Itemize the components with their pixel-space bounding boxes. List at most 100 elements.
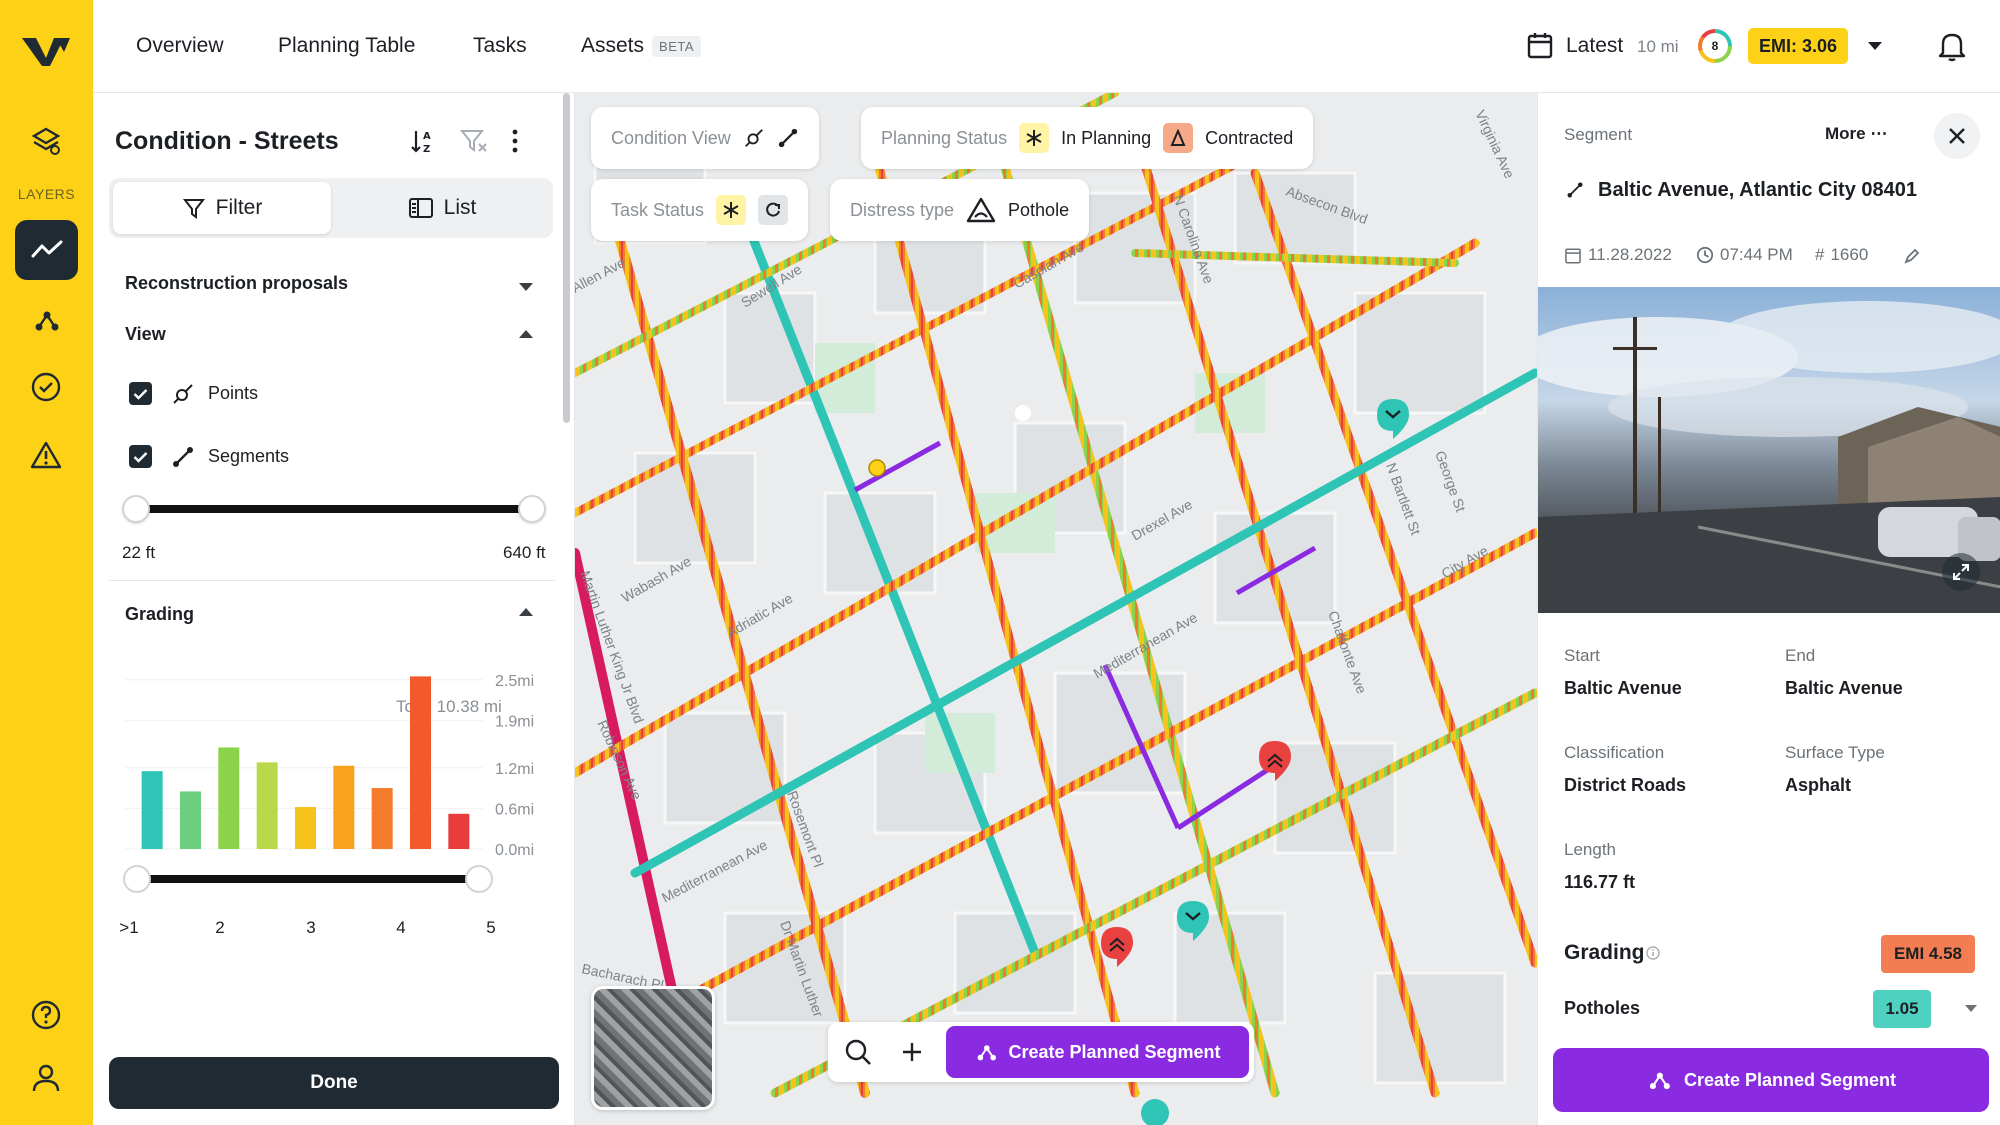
edit-icon[interactable] xyxy=(1904,248,1920,264)
search-icon[interactable] xyxy=(844,1038,872,1066)
chart-bar[interactable] xyxy=(410,676,431,849)
emi-badge[interactable]: EMI: 3.06 xyxy=(1748,28,1848,64)
distress-icon[interactable] xyxy=(26,435,66,475)
classification-value: District Roads xyxy=(1564,775,1687,795)
chevron-up-icon[interactable] xyxy=(519,330,533,338)
grade-range-track xyxy=(125,875,479,883)
chevron-down-icon[interactable] xyxy=(519,283,533,291)
street-label: Chalfonte Ave xyxy=(1325,609,1370,696)
task-status-chip[interactable]: Task Status xyxy=(591,179,809,241)
segment-line-icon[interactable] xyxy=(777,127,799,149)
more-vertical-icon[interactable] xyxy=(511,127,519,155)
chart-bar[interactable] xyxy=(448,813,470,849)
filter-clear-icon[interactable] xyxy=(459,127,489,155)
more-dots-icon: ⋯ xyxy=(1870,124,1888,143)
map-canvas[interactable]: Sewell Ave Caspian Ave Adriatic Ave Waba… xyxy=(575,93,1537,1125)
chevron-down-icon[interactable] xyxy=(1965,1005,1977,1012)
distress-type-chip[interactable]: Distress type Pothole xyxy=(830,179,1090,241)
create-planned-segment-button[interactable]: Create Planned Segment xyxy=(1553,1048,1989,1112)
chart-x-tick: 5 xyxy=(486,918,495,937)
info-icon[interactable] xyxy=(1646,946,1660,960)
chart-y-tick: 0.6mi xyxy=(495,801,534,818)
chevron-up-icon[interactable] xyxy=(519,608,533,616)
more-menu[interactable]: More ⋯ xyxy=(1825,124,1887,144)
segment-id-value: 1660 xyxy=(1830,245,1869,264)
chart-bar[interactable] xyxy=(256,762,278,849)
nav-planning-table[interactable]: Planning Table xyxy=(278,34,415,58)
length-range-max-handle[interactable] xyxy=(518,495,546,523)
sort-icon[interactable]: AZ xyxy=(409,127,437,155)
nav-tasks[interactable]: Tasks xyxy=(473,34,527,58)
chart-bar[interactable] xyxy=(218,747,240,849)
segments-icon[interactable] xyxy=(26,300,66,340)
chart-bar[interactable] xyxy=(371,788,393,849)
segments-checkbox[interactable] xyxy=(129,445,152,468)
task-marker[interactable] xyxy=(868,459,886,477)
street-photo-image xyxy=(1538,301,2000,613)
filter-icon xyxy=(182,199,205,219)
close-button[interactable] xyxy=(1934,113,1980,159)
panel-scrollbar[interactable] xyxy=(563,93,570,423)
hash-icon: # xyxy=(1815,245,1825,264)
points-icon[interactable] xyxy=(743,127,765,149)
view-section-label[interactable]: View xyxy=(125,324,166,345)
grade-range-max-handle[interactable] xyxy=(465,865,493,893)
plus-icon[interactable] xyxy=(900,1040,924,1064)
expand-button[interactable] xyxy=(1942,553,1980,591)
user-icon[interactable] xyxy=(26,1058,66,1098)
condition-view-chip[interactable]: Condition View xyxy=(591,107,819,169)
refresh-icon[interactable] xyxy=(758,195,789,225)
reconstruction-proposals-label[interactable]: Reconstruction proposals xyxy=(125,273,348,294)
chart-bar[interactable] xyxy=(180,791,201,849)
check-icon xyxy=(133,451,148,463)
pothole-icon xyxy=(966,197,996,223)
chart-x-tick: 3 xyxy=(306,918,315,937)
planning-status-chip[interactable]: Planning Status In Planning Contracted xyxy=(861,107,1314,169)
bell-icon[interactable] xyxy=(1938,30,1966,62)
points-label: Points xyxy=(208,383,259,403)
emi-score-badge: EMI 4.58 xyxy=(1881,935,1975,973)
points-checkbox[interactable] xyxy=(129,382,152,405)
street-label: Virginia Ave xyxy=(1472,108,1518,182)
street-label: Mediterranean Ave xyxy=(1091,609,1201,682)
filter-tab[interactable]: Filter xyxy=(113,182,331,234)
layers-label: LAYERS xyxy=(17,186,76,202)
length-label: Length xyxy=(1564,840,1616,859)
potholes-badge: 1.05 xyxy=(1873,990,1931,1028)
map-toolbar: Create Planned Segment xyxy=(828,1022,1254,1082)
planning-status-label: Planning Status xyxy=(881,127,1008,148)
condition-icon[interactable] xyxy=(15,220,78,280)
chart-bar[interactable] xyxy=(295,807,316,849)
tasks-icon[interactable] xyxy=(26,367,66,407)
open-task-icon[interactable] xyxy=(716,195,747,225)
latest-label[interactable]: Latest xyxy=(1566,34,1623,58)
done-button[interactable]: Done xyxy=(109,1057,559,1109)
potholes-label: Potholes xyxy=(1564,998,1641,1018)
chevron-down-icon[interactable] xyxy=(1868,42,1882,50)
chart-bar[interactable] xyxy=(333,765,355,849)
chart-x-tick: 2 xyxy=(215,918,224,937)
length-range-min-handle[interactable] xyxy=(122,495,150,523)
condition-view-label: Condition View xyxy=(611,127,731,148)
help-icon[interactable] xyxy=(26,995,66,1035)
segment-date: 11.28.2022 xyxy=(1564,245,1672,265)
length-max-label: 640 ft xyxy=(503,543,546,562)
segment-photo[interactable] xyxy=(1538,287,2000,613)
nav-overview[interactable]: Overview xyxy=(136,34,224,58)
segment-title: Baltic Avenue, Atlantic City 08401 xyxy=(1598,179,1918,201)
create-planned-segment-button[interactable]: Create Planned Segment xyxy=(946,1026,1249,1078)
pothole-marker[interactable] xyxy=(1377,399,1409,439)
grading-section-label[interactable]: Grading xyxy=(125,604,194,625)
nav-assets[interactable]: Assets BETA xyxy=(581,34,702,58)
length-value: 116.77 ft xyxy=(1564,872,1636,892)
chart-bar[interactable] xyxy=(141,771,163,849)
segment-header: Segment xyxy=(1564,125,1633,144)
calendar-icon[interactable] xyxy=(1527,31,1553,59)
list-tab[interactable]: List xyxy=(335,182,549,234)
grade-range-min-handle[interactable] xyxy=(123,865,151,893)
street-map[interactable]: Sewell Ave Caspian Ave Adriatic Ave Waba… xyxy=(575,93,1537,1125)
pothole-marker[interactable] xyxy=(1101,927,1133,967)
layers-icon[interactable] xyxy=(26,121,66,161)
pothole-marker[interactable] xyxy=(1141,1099,1169,1125)
satellite-toggle[interactable] xyxy=(591,986,715,1110)
